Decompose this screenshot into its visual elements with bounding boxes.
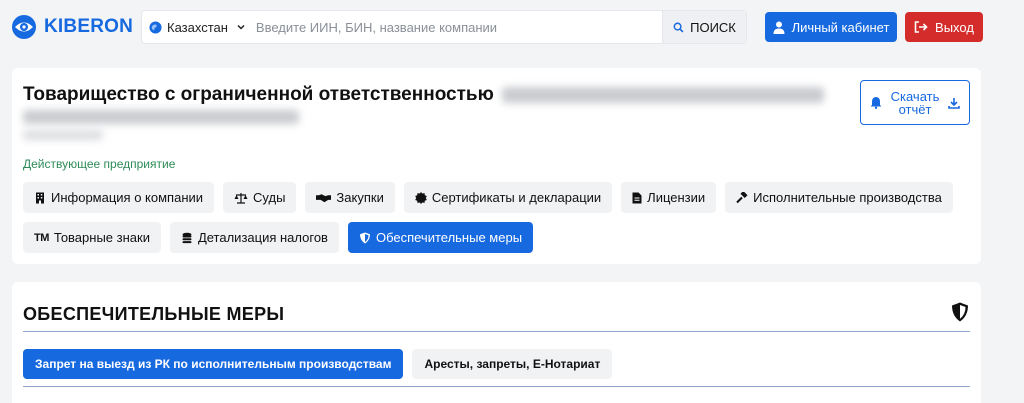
search-button-label: ПОИСК: [690, 19, 736, 35]
security-measures-card: ОБЕСПЕЧИТЕЛЬНЫЕ МЕРЫ Запрет на выезд из …: [12, 282, 981, 403]
trademark-icon: TM: [34, 231, 49, 244]
search-icon: [673, 22, 684, 32]
redacted-company-name: [501, 87, 824, 103]
tab-label: Детализация налогов: [197, 230, 328, 245]
measures-subtabs: Запрет на выезд из РК по исполнительным …: [23, 349, 613, 379]
user-icon: [773, 21, 785, 34]
search-button[interactable]: ПОИСК: [662, 11, 746, 43]
divider: [23, 331, 970, 332]
logo-text: KIBERON: [44, 16, 134, 37]
tab-label: Товарные знаки: [53, 230, 150, 245]
tab-certificates[interactable]: Сертификаты и декларации: [403, 182, 613, 213]
logo[interactable]: KIBERON: [11, 14, 133, 40]
download-report-label: Скачать отчёт: [890, 88, 940, 117]
tab-procurement[interactable]: Закупки: [305, 182, 395, 213]
shield-icon: [952, 302, 968, 322]
company-title: Товарищество с ограниченной ответственно…: [23, 84, 824, 106]
chevron-down-icon: [237, 24, 245, 30]
exit-button-label: Выход: [935, 19, 974, 35]
handshake-icon: [316, 193, 332, 202]
certificate-icon: [415, 191, 427, 204]
redacted-company-name-continued: [23, 110, 299, 124]
search-bar: Казахстан ПОИСК: [141, 10, 747, 44]
coins-icon: [182, 232, 192, 243]
tab-licenses[interactable]: Лицензии: [621, 182, 717, 213]
tab-label: Обеспечительные меры: [375, 230, 523, 245]
tab-company-info[interactable]: Информация о компании: [23, 182, 215, 213]
tab-tax-details[interactable]: Детализация налогов: [169, 222, 339, 253]
gavel-icon: [736, 191, 748, 203]
divider: [23, 386, 970, 387]
building-icon: [36, 192, 44, 203]
company-card: Товарищество с ограниченной ответственно…: [12, 68, 981, 264]
country-label: Казахстан: [167, 19, 228, 35]
section-title: ОБЕСПЕЧИТЕЛЬНЫЕ МЕРЫ: [23, 304, 285, 324]
scales-icon: [234, 192, 248, 204]
logout-icon: [914, 21, 928, 33]
search-input[interactable]: [251, 11, 662, 43]
cabinet-button-label: Личный кабинет: [791, 19, 890, 35]
document-icon: [632, 192, 642, 203]
country-select[interactable]: Казахстан: [142, 11, 252, 43]
subtab-arrests-notary[interactable]: Аресты, запреты, E-Нотариат: [412, 349, 613, 379]
globe-icon: [149, 20, 162, 34]
tab-label: Закупки: [336, 190, 384, 205]
company-status: Действующее предприятие: [23, 157, 176, 171]
tab-security-measures[interactable]: Обеспечительные меры: [347, 222, 534, 253]
download-report-button[interactable]: Скачать отчёт: [860, 80, 970, 125]
tab-courts[interactable]: Суды: [223, 182, 297, 213]
subtab-travel-ban[interactable]: Запрет на выезд из РК по исполнительным …: [23, 349, 404, 379]
tab-trademarks[interactable]: TM Товарные знаки: [23, 222, 161, 253]
company-tabs-row-1: Информация о компании Суды Закупки Серти…: [23, 182, 953, 213]
tab-label: Лицензии: [647, 190, 706, 205]
tab-label: Суды: [253, 190, 286, 205]
cabinet-button[interactable]: Личный кабинет: [765, 12, 897, 42]
tab-label: Информация о компании: [51, 190, 204, 205]
exit-button[interactable]: Выход: [905, 12, 983, 42]
tab-label: Исполнительные производства: [753, 190, 942, 205]
bell-icon: [870, 97, 882, 109]
shield-icon: [359, 232, 370, 243]
tab-enforcement[interactable]: Исполнительные производства: [725, 182, 953, 213]
company-legal-form: Товарищество с ограниченной ответственно…: [23, 84, 494, 105]
download-icon: [948, 97, 960, 109]
redacted-company-id: [23, 130, 103, 140]
tab-label: Сертификаты и декларации: [431, 190, 602, 205]
logo-eye-icon: [12, 15, 36, 39]
company-tabs-row-2: TM Товарные знаки Детализация налогов Об…: [23, 222, 534, 253]
